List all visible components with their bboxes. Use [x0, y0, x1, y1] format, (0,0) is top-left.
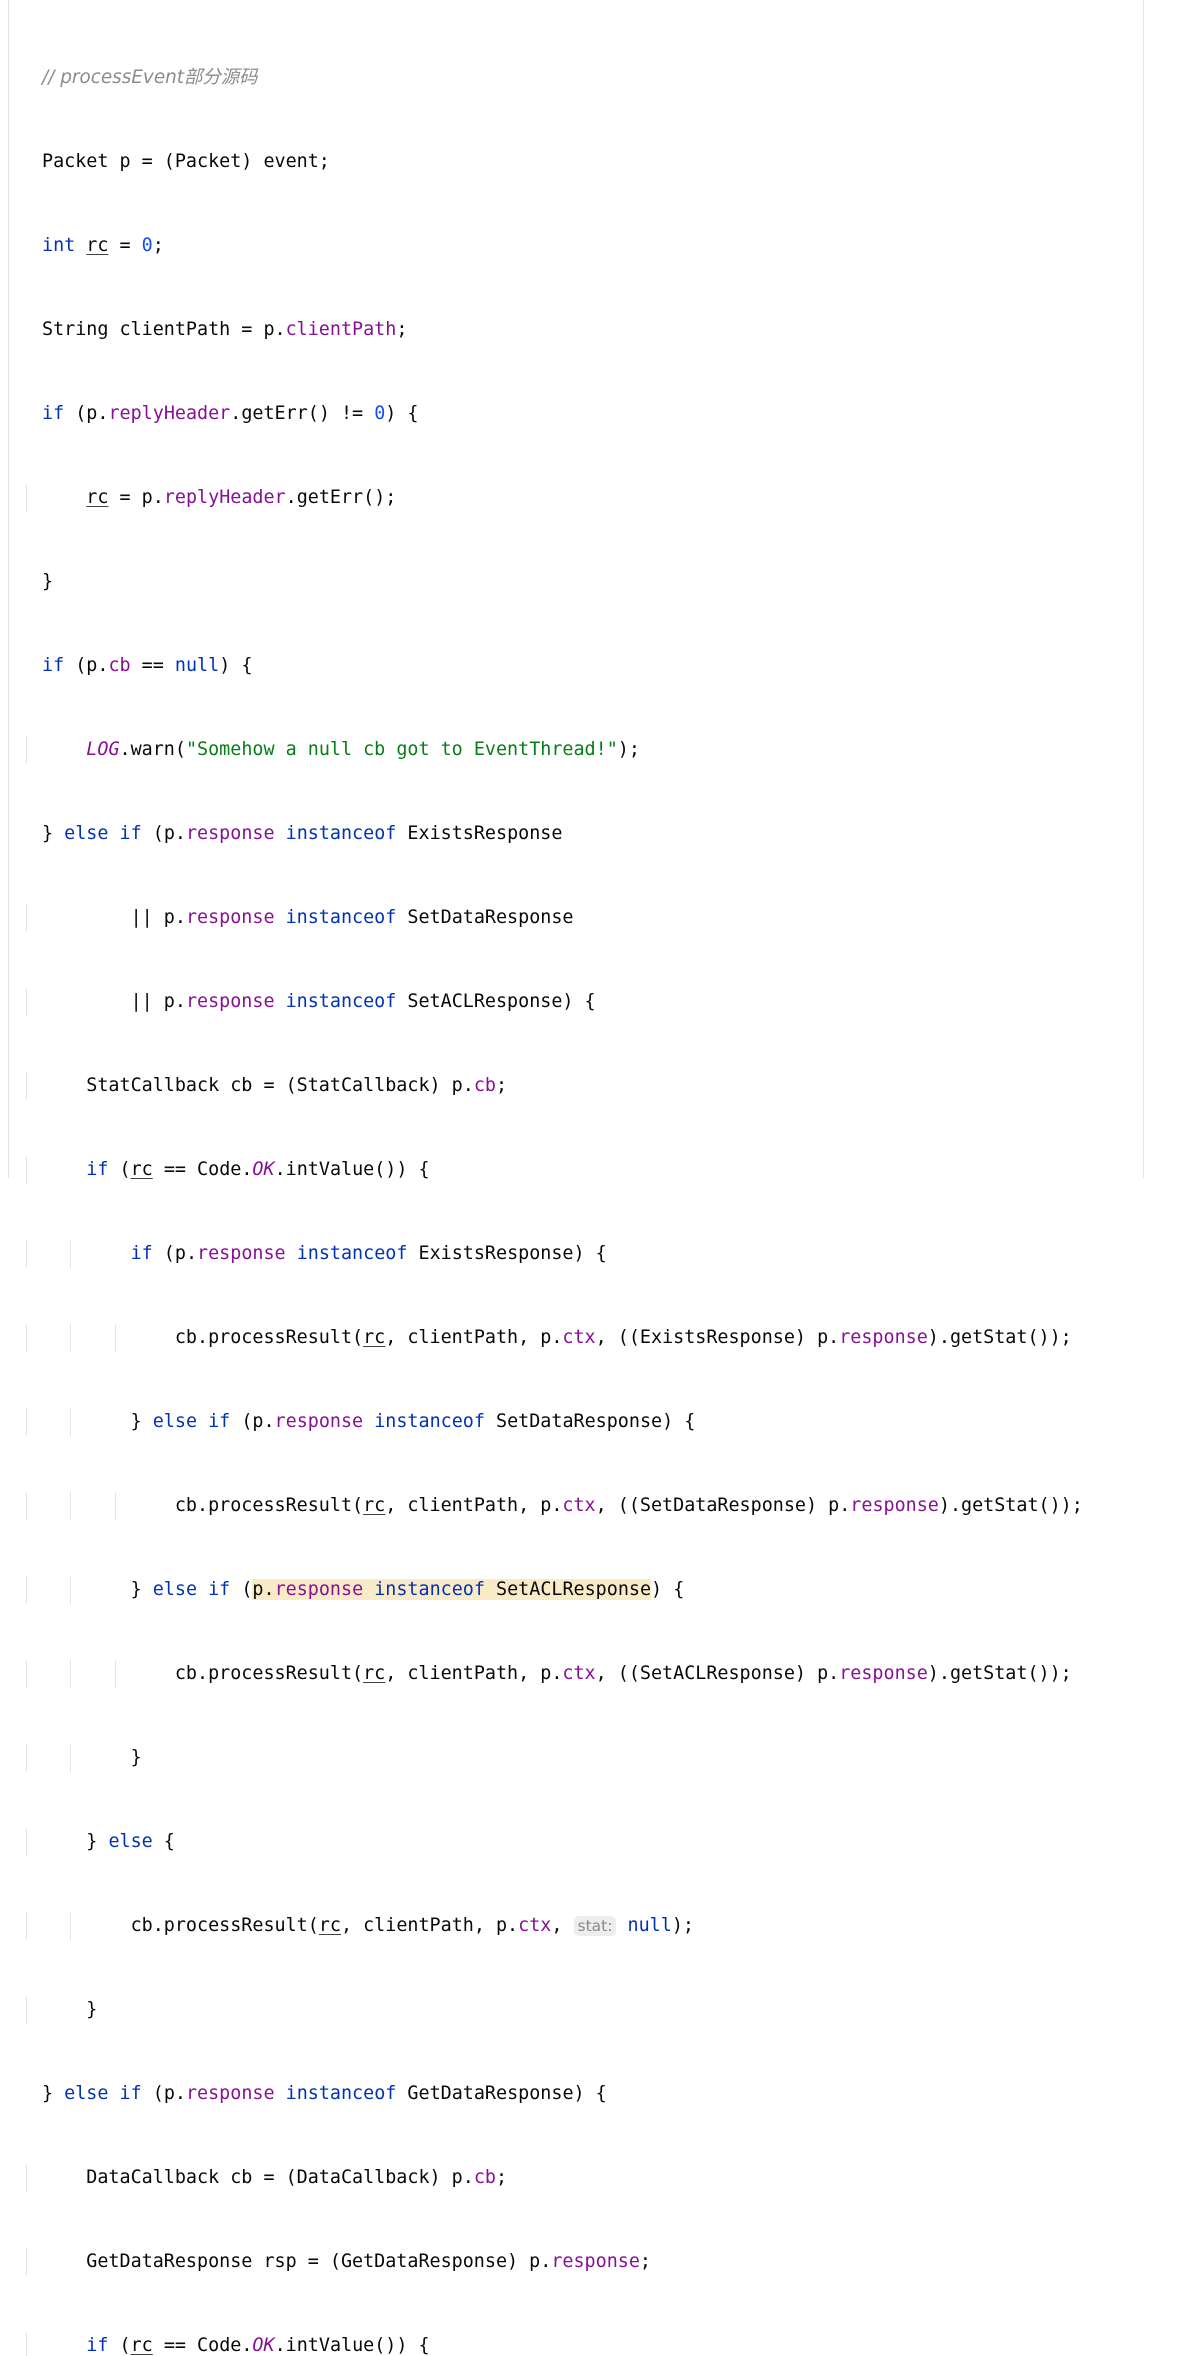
comment-text: // processEvent部分源码 [42, 67, 258, 88]
code-line: if (p.replyHeader.getErr() != 0) { [42, 403, 419, 424]
code-line: } else { [0, 1828, 1181, 1856]
code-line: } [0, 1996, 1181, 2024]
inlay-hint-stat: stat: [573, 1916, 617, 1936]
code-line: cb.processResult(rc, clientPath, p.ctx, … [0, 1324, 1181, 1352]
code-line: } else if (p.response instanceof SetData… [0, 1408, 1181, 1436]
code-line: cb.processResult(rc, clientPath, p.ctx, … [0, 1492, 1181, 1520]
code-line: if (rc == Code.OK.intValue()) { [0, 1156, 1181, 1184]
code-line: } else if (p.response instanceof ExistsR… [42, 823, 563, 844]
code-line: DataCallback cb = (DataCallback) p.cb; [0, 2164, 1181, 2192]
code-editor-pane[interactable]: // processEvent部分源码 Packet p = (Packet) … [0, 0, 1181, 2356]
code-line: cb.processResult(rc, clientPath, p.ctx, … [0, 1660, 1181, 1688]
code-line: String clientPath = p.clientPath; [42, 319, 408, 340]
code-line-highlighted: } else if (p.response instanceof SetACLR… [0, 1576, 1181, 1604]
code-line: if (rc == Code.OK.intValue()) { [0, 2332, 1181, 2356]
code-line: || p.response instanceof SetDataResponse [0, 904, 1181, 932]
code-line: } [0, 1744, 1181, 1772]
code-line: if (p.cb == null) { [42, 655, 253, 676]
code-line: cb.processResult(rc, clientPath, p.ctx, … [0, 1912, 1181, 1940]
code-line: if (p.response instanceof ExistsResponse… [0, 1240, 1181, 1268]
code-line: int rc = 0; [42, 235, 164, 256]
code-line: || p.response instanceof SetACLResponse)… [0, 988, 1181, 1016]
code-line: // processEvent部分源码 [0, 64, 1181, 92]
code-line: StatCallback cb = (StatCallback) p.cb; [0, 1072, 1181, 1100]
occurrence-highlight: p.response instanceof SetACLResponse [252, 1579, 652, 1600]
code-line: Packet p = (Packet) event; [42, 151, 330, 172]
code-line: rc = p.replyHeader.getErr(); [0, 484, 1181, 512]
code-line: } else if (p.response instanceof GetData… [42, 2083, 607, 2104]
code-line: } [42, 571, 54, 592]
code-line: LOG.warn("Somehow a null cb got to Event… [0, 736, 1181, 764]
source-code-listing[interactable]: // processEvent部分源码 Packet p = (Packet) … [0, 8, 1181, 2356]
code-line: GetDataResponse rsp = (GetDataResponse) … [0, 2248, 1181, 2276]
